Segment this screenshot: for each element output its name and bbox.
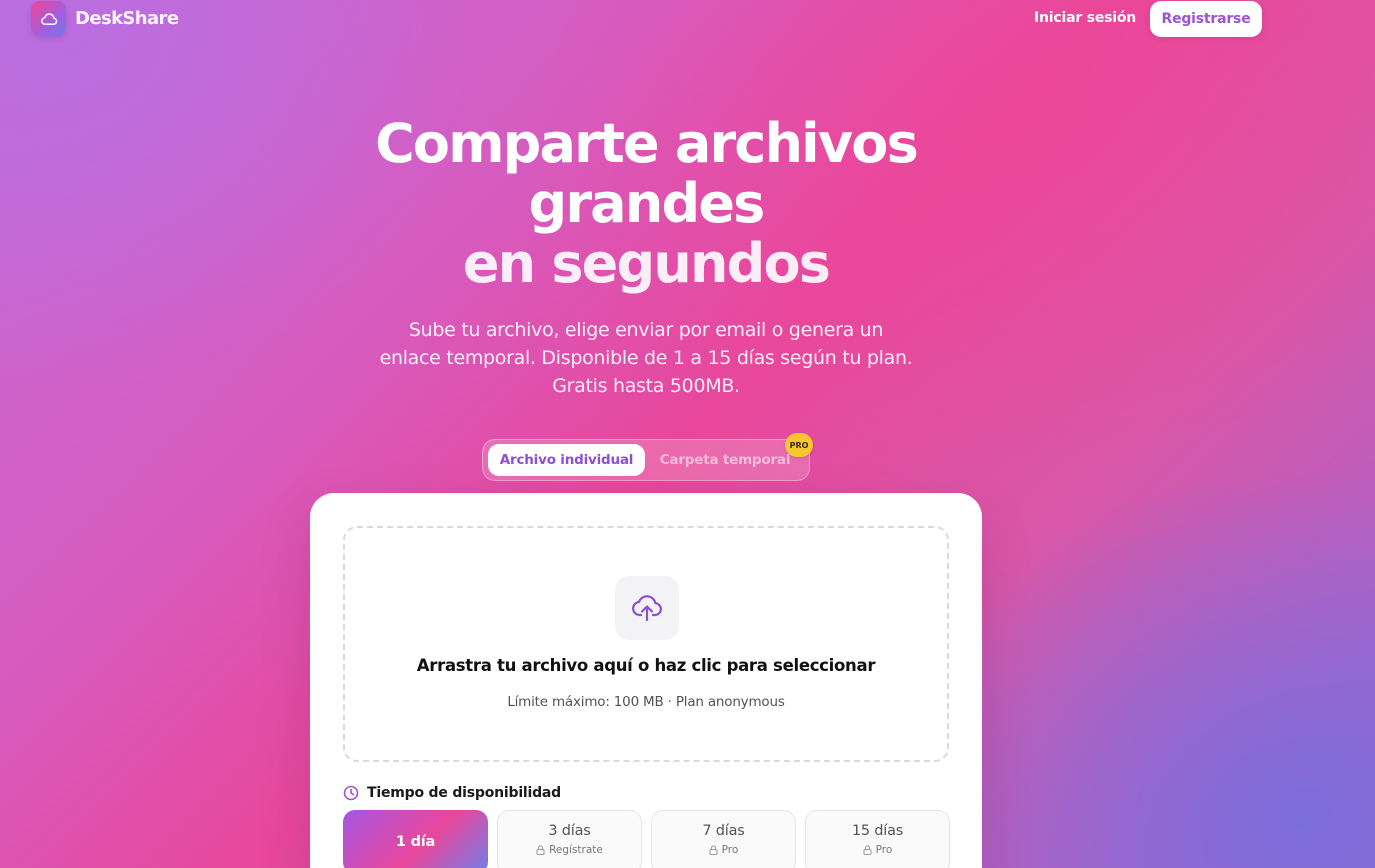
hero-title-line-3: en segundos (462, 232, 831, 295)
hero-title: Comparte archivos grandes en segundos (0, 114, 1292, 294)
duration-lock: Pro (863, 844, 893, 856)
availability-label: Tiempo de disponibilidad (343, 785, 561, 801)
lock-icon (709, 845, 718, 855)
duration-option-15-days[interactable]: 15 días Pro (805, 810, 950, 868)
duration-label: 7 días (702, 823, 745, 839)
dropzone-title: Arrastra tu archivo aquí o haz clic para… (416, 656, 876, 675)
brand-logo[interactable]: DeskShare (31, 1, 179, 36)
lock-icon (863, 845, 872, 855)
clock-icon (343, 785, 359, 801)
hero-title-line-1: Comparte archivos (375, 112, 919, 175)
upload-mode-toggle: Archivo individual Carpeta temporal (482, 439, 810, 481)
duration-options: 1 día 3 días Regístrate 7 días Pro 15 dí… (343, 810, 950, 868)
duration-option-1-day[interactable]: 1 día (343, 810, 488, 868)
pro-badge: PRO (785, 433, 813, 457)
duration-option-3-days[interactable]: 3 días Regístrate (497, 810, 642, 868)
login-link[interactable]: Iniciar sesión (1034, 10, 1136, 26)
lock-icon (536, 845, 545, 855)
tab-temporary-folder[interactable]: Carpeta temporal (649, 444, 801, 476)
duration-label: 3 días (548, 823, 591, 839)
duration-lock: Regístrate (536, 844, 603, 856)
dropzone-limit: Límite máximo: 100 MB · Plan anonymous (507, 694, 785, 710)
brand-name: DeskShare (75, 8, 179, 29)
duration-requirement: Pro (875, 844, 893, 856)
duration-lock: Pro (709, 844, 739, 856)
duration-label: 15 días (851, 823, 904, 839)
duration-requirement: Regístrate (549, 844, 603, 856)
hero-subtitle: Sube tu archivo, elige enviar por email … (346, 316, 946, 400)
file-dropzone[interactable]: Arrastra tu archivo aquí o haz clic para… (343, 526, 949, 762)
availability-label-text: Tiempo de disponibilidad (367, 785, 562, 801)
tab-single-file[interactable]: Archivo individual (488, 444, 645, 476)
hero-subtitle-line-2: enlace temporal. Disponible de 1 a 15 dí… (379, 347, 913, 369)
cloud-upload-icon (615, 576, 679, 640)
hero-title-line-2: grandes (528, 172, 766, 235)
duration-label: 1 día (395, 834, 436, 850)
register-button[interactable]: Registrarse (1150, 1, 1262, 37)
hero-subtitle-line-3: Gratis hasta 500MB. (552, 375, 740, 397)
upload-card: Arrastra tu archivo aquí o haz clic para… (310, 493, 982, 868)
hero-subtitle-line-1: Sube tu archivo, elige enviar por email … (408, 319, 884, 341)
cloud-logo-icon (31, 1, 66, 36)
duration-requirement: Pro (721, 844, 739, 856)
duration-option-7-days[interactable]: 7 días Pro (651, 810, 796, 868)
